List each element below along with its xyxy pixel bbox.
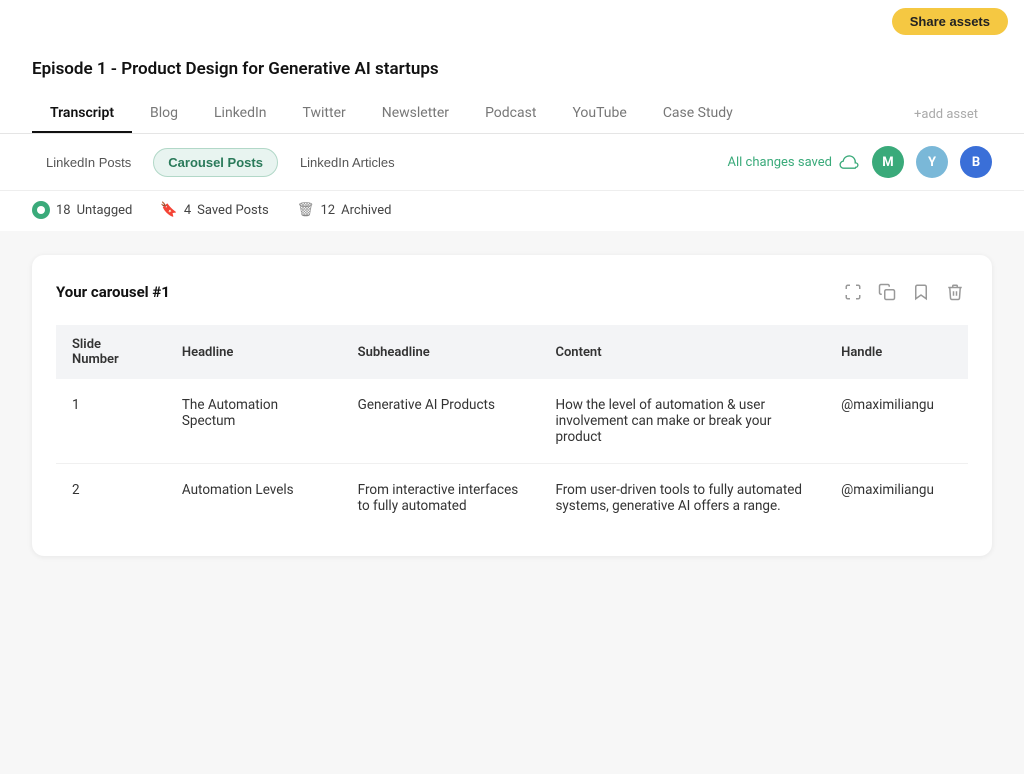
tab-twitter[interactable]: Twitter (285, 95, 364, 133)
tab-youtube[interactable]: YouTube (554, 95, 644, 133)
copy-button[interactable] (874, 279, 900, 305)
archive-icon: 🗑 (297, 202, 315, 218)
content-area: Your carousel #1 (0, 231, 1024, 580)
bookmark-button[interactable] (908, 279, 934, 305)
untagged-dot-icon (32, 201, 50, 219)
stats-bar: 18 Untagged 🔖 4 Saved Posts 🗑 12 Archive… (0, 191, 1024, 231)
archived-count: 12 (321, 203, 336, 218)
col-header-headline: Headline (166, 325, 342, 379)
cell-headline-0: The Automation Spectum (166, 379, 342, 464)
tab-transcript[interactable]: Transcript (32, 95, 132, 133)
tab-blog[interactable]: Blog (132, 95, 196, 133)
avatar-b: B (960, 146, 992, 178)
archived-label: Archived (341, 203, 391, 218)
saved-status: All changes saved (728, 154, 861, 170)
avatar-m: M (872, 146, 904, 178)
col-header-content: Content (539, 325, 825, 379)
main-header: Episode 1 - Product Design for Generativ… (0, 43, 1024, 134)
tab-newsletter[interactable]: Newsletter (364, 95, 467, 133)
col-header-subheadline: Subheadline (342, 325, 540, 379)
delete-button[interactable] (942, 279, 968, 305)
collapse-button[interactable] (840, 279, 866, 305)
stat-saved[interactable]: 🔖 4 Saved Posts (160, 202, 268, 218)
sub-tab-carousel-posts[interactable]: Carousel Posts (153, 148, 278, 177)
page-title: Episode 1 - Product Design for Generativ… (32, 59, 992, 79)
untagged-label: Untagged (77, 203, 133, 218)
cell-handle-0: @maximiliangu (825, 379, 968, 464)
carousel-title: Your carousel #1 (56, 283, 170, 301)
cell-handle-1: @maximiliangu (825, 464, 968, 533)
add-asset-button[interactable]: +add asset (900, 97, 992, 132)
table-row: 2 Automation Levels From interactive int… (56, 464, 968, 533)
cell-headline-1: Automation Levels (166, 464, 342, 533)
cell-slide-0: 1 (56, 379, 166, 464)
saved-label: Saved Posts (197, 203, 269, 218)
cell-subheadline-0: Generative AI Products (342, 379, 540, 464)
cell-content-1: From user-driven tools to fully automate… (539, 464, 825, 533)
tabs-row: Transcript Blog LinkedIn Twitter Newslet… (32, 95, 992, 133)
tab-linkedin[interactable]: LinkedIn (196, 95, 285, 133)
cell-subheadline-1: From interactive interfaces to fully aut… (342, 464, 540, 533)
carousel-card-header: Your carousel #1 (56, 279, 968, 305)
sub-nav-right: All changes saved M Y B (728, 146, 993, 178)
carousel-table: Slide Number Headline Subheadline Conten… (56, 325, 968, 532)
stat-untagged[interactable]: 18 Untagged (32, 201, 132, 219)
share-assets-button[interactable]: Share assets (892, 8, 1008, 35)
carousel-card: Your carousel #1 (32, 255, 992, 556)
avatar-y: Y (916, 146, 948, 178)
card-actions (840, 279, 968, 305)
untagged-count: 18 (56, 203, 71, 218)
cell-content-0: How the level of automation & user invol… (539, 379, 825, 464)
tab-podcast[interactable]: Podcast (467, 95, 554, 133)
sub-nav-area: LinkedIn Posts Carousel Posts LinkedIn A… (0, 134, 1024, 191)
top-bar: Share assets (0, 0, 1024, 43)
saved-count: 4 (184, 203, 191, 218)
table-header-row: Slide Number Headline Subheadline Conten… (56, 325, 968, 379)
sub-tab-linkedin-posts[interactable]: LinkedIn Posts (32, 149, 145, 176)
tab-case-study[interactable]: Case Study (645, 95, 751, 133)
col-header-handle: Handle (825, 325, 968, 379)
table-row: 1 The Automation Spectum Generative AI P… (56, 379, 968, 464)
bookmark-icon: 🔖 (160, 202, 177, 218)
stat-archived[interactable]: 🗑 12 Archived (297, 202, 392, 218)
cloud-icon (838, 154, 860, 170)
col-header-slide: Slide Number (56, 325, 166, 379)
saved-status-text: All changes saved (728, 155, 833, 170)
cell-slide-1: 2 (56, 464, 166, 533)
sub-tab-linkedin-articles[interactable]: LinkedIn Articles (286, 149, 409, 176)
sub-tabs: LinkedIn Posts Carousel Posts LinkedIn A… (32, 148, 409, 177)
